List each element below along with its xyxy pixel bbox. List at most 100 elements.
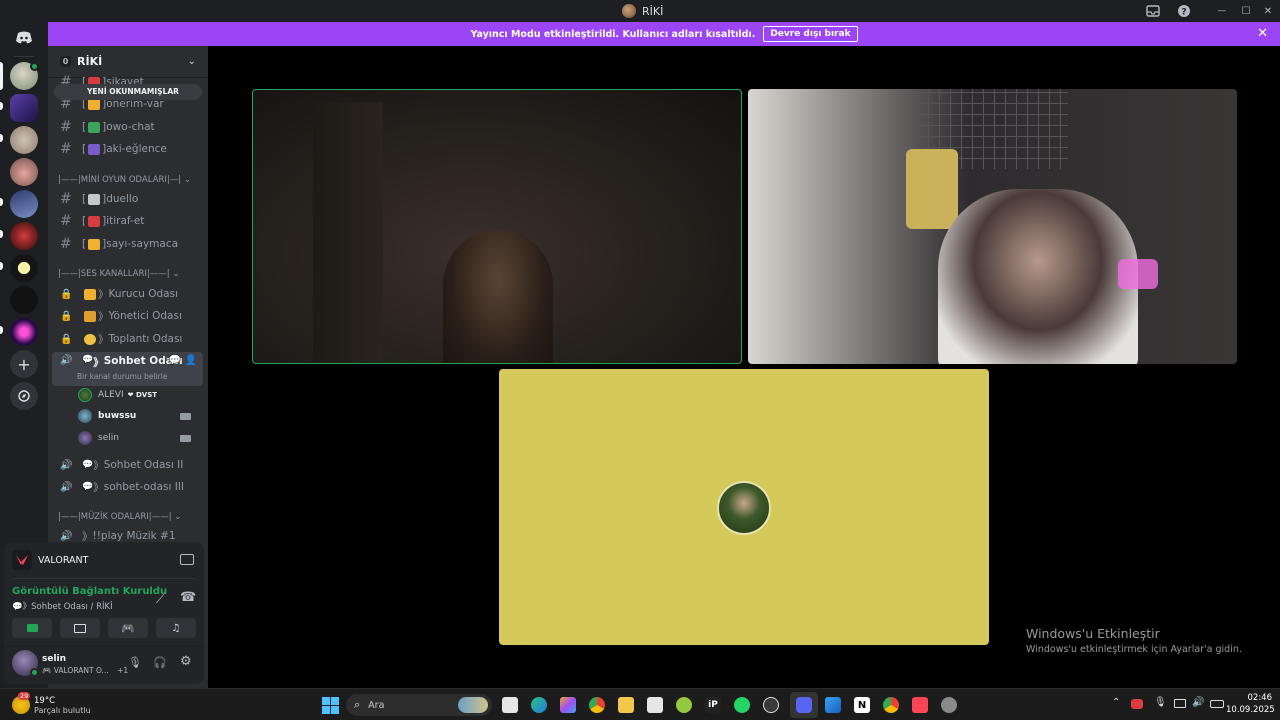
- close-window-button[interactable]: ✕: [1260, 2, 1276, 20]
- category-music[interactable]: |——|MÜZİK ODALARI|——| ⌄: [58, 512, 181, 522]
- voice-user[interactable]: buwssu: [78, 407, 136, 425]
- discord-icon[interactable]: [796, 697, 812, 713]
- windows-activation-watermark: Windows'u Etkinleştir Windows'u etkinleş…: [1026, 626, 1242, 655]
- search-box[interactable]: ⌕ Ara: [346, 694, 492, 716]
- channel-item[interactable]: #[] owo-chat: [52, 117, 203, 137]
- voice-channel-item[interactable]: 🔊 💬 》 Sohbet Odası II: [52, 455, 203, 475]
- category-mini-games[interactable]: |——|MİNİ OYUN ODALARI|—| ⌄: [58, 175, 191, 185]
- server-icon-6[interactable]: [10, 222, 38, 250]
- ip-app-icon[interactable]: iP: [705, 697, 721, 713]
- voice-channel-item[interactable]: 🔒 》 Kurucu Odası: [52, 284, 203, 304]
- search-placeholder: Ara: [368, 699, 385, 711]
- edge-icon[interactable]: [531, 697, 547, 713]
- chrome-icon[interactable]: [589, 697, 605, 713]
- channel-item[interactable]: #[] sayı-saymaca: [52, 234, 203, 254]
- chevron-down-icon: ⌄: [187, 56, 196, 67]
- help-icon[interactable]: ?: [1176, 2, 1192, 20]
- category-voice[interactable]: |——|SES KANALLARI|——| ⌄: [58, 269, 179, 279]
- server-icon-8[interactable]: [10, 286, 38, 314]
- speaker-icon: 🔊: [60, 459, 73, 471]
- disable-streamer-mode-button[interactable]: Devre dışı bırak: [763, 26, 858, 42]
- tray-monitor-icon[interactable]: [1174, 699, 1186, 708]
- add-user-icon[interactable]: 👤: [185, 355, 197, 366]
- server-icon-9[interactable]: [10, 318, 38, 346]
- weather-widget[interactable]: 29 19°C Parçalı bulutlu: [12, 692, 91, 717]
- server-icon-7[interactable]: [10, 254, 38, 282]
- store-icon[interactable]: [647, 697, 663, 713]
- vpn-icon[interactable]: [676, 697, 692, 713]
- channel-item[interactable]: #[] itiraf-et: [52, 211, 203, 231]
- video-tile-3[interactable]: [499, 369, 989, 645]
- server-icon-2[interactable]: [10, 94, 38, 122]
- steam-icon[interactable]: [763, 697, 779, 713]
- user-panel: VALORANT Görüntülü Bağlantı Kuruldu 💬》So…: [4, 542, 204, 684]
- server-icon-3[interactable]: [10, 126, 38, 154]
- task-view-icon[interactable]: [502, 697, 518, 713]
- weather-icon: 29: [12, 692, 31, 714]
- connection-location[interactable]: 💬》Sohbet Odası / RİKİ: [12, 600, 113, 612]
- file-explorer-icon[interactable]: [618, 697, 634, 713]
- tray-mic-icon[interactable]: 🎙: [1154, 697, 1167, 708]
- svg-text:?: ?: [1181, 8, 1186, 18]
- discord-home-icon[interactable]: [10, 26, 38, 50]
- tray-volume-icon[interactable]: 🔊: [1192, 697, 1204, 708]
- tray-battery-icon[interactable]: [1210, 700, 1224, 708]
- copilot-icon[interactable]: [560, 697, 576, 713]
- clock[interactable]: 02:46 10.09.2025: [1226, 693, 1275, 715]
- voice-channel-item[interactable]: 🔒 》 Yönetici Odası: [52, 306, 203, 326]
- disconnect-icon[interactable]: ☎: [180, 590, 196, 605]
- chrome-icon-2[interactable]: [883, 697, 899, 713]
- connection-status[interactable]: Görüntülü Bağlantı Kuruldu: [12, 586, 167, 597]
- channel-item[interactable]: #[] duello: [52, 189, 203, 209]
- settings-gear-icon[interactable]: ⚙: [180, 654, 192, 669]
- channel-item[interactable]: #[] aki-eğlence: [52, 139, 203, 159]
- whatsapp-icon[interactable]: [734, 697, 750, 713]
- notion-icon[interactable]: N: [854, 697, 870, 713]
- search-icon: ⌕: [354, 698, 361, 711]
- server-icon-5[interactable]: [10, 190, 38, 218]
- activities-button[interactable]: 🎮: [108, 618, 148, 638]
- video-tile-1[interactable]: [252, 89, 742, 364]
- valorant-taskbar-icon[interactable]: [912, 697, 928, 713]
- screen-share-icon[interactable]: [180, 554, 194, 565]
- video-tile-2[interactable]: [748, 89, 1237, 364]
- noise-suppression-icon[interactable]: ⟋: [156, 592, 164, 607]
- tray-app-icon[interactable]: [1131, 699, 1143, 709]
- voice-user[interactable]: ALEVI ❤ DVST: [78, 386, 157, 404]
- speech-bubble-icon: 💬: [82, 482, 94, 492]
- tray-chevron-icon[interactable]: ⌃: [1112, 697, 1120, 708]
- channel-status-text[interactable]: Bir kanal durumu belirle: [77, 372, 167, 381]
- emoji-icon: [84, 333, 96, 345]
- settings-icon[interactable]: [941, 697, 957, 713]
- emoji-icon: [88, 193, 101, 205]
- person-silhouette: [443, 230, 553, 363]
- unread-pill-3: [0, 198, 3, 206]
- new-unread-badge[interactable]: YENİ OKUNMAMIŞLAR: [54, 84, 202, 100]
- add-server-icon[interactable]: +: [10, 350, 38, 378]
- microphone-icon[interactable]: 🎙: [128, 656, 142, 669]
- user-status[interactable]: 🎮 VALORANT O... +1: [42, 666, 128, 675]
- chat-icon[interactable]: 💬: [169, 355, 181, 366]
- user-name[interactable]: selin: [42, 654, 66, 664]
- soundboard-button[interactable]: ♫: [156, 618, 196, 638]
- minimize-button[interactable]: —: [1214, 2, 1230, 20]
- camera-button[interactable]: [12, 618, 52, 638]
- weather-badge: 29: [18, 692, 31, 700]
- emoji-icon: [88, 98, 101, 110]
- title-bar: RİKİ ? — ☐ ✕: [0, 0, 1280, 22]
- server-icon-4[interactable]: [10, 158, 38, 186]
- hash-icon: #: [60, 191, 72, 207]
- voice-channel-item[interactable]: 🔒 》 Toplantı Odası: [52, 329, 203, 349]
- screen-share-button[interactable]: [60, 618, 100, 638]
- banner-close-icon[interactable]: ✕: [1257, 26, 1268, 41]
- explore-servers-icon[interactable]: [10, 382, 38, 410]
- voice-channel-item[interactable]: 🔊 💬 》 sohbet-odası III: [52, 477, 203, 497]
- avatar: [78, 409, 92, 423]
- inbox-icon[interactable]: [1145, 2, 1161, 20]
- headphones-icon[interactable]: 🎧: [153, 656, 167, 669]
- voice-user[interactable]: selin: [78, 429, 119, 447]
- active-voice-channel[interactable]: 🔊 💬 》 Sohbet Odası 💬 👤 Bir kanal durumu be…: [52, 352, 203, 386]
- maximize-button[interactable]: ☐: [1238, 2, 1254, 20]
- windows-start-icon[interactable]: [322, 697, 339, 714]
- snipping-tool-icon[interactable]: [825, 697, 841, 713]
